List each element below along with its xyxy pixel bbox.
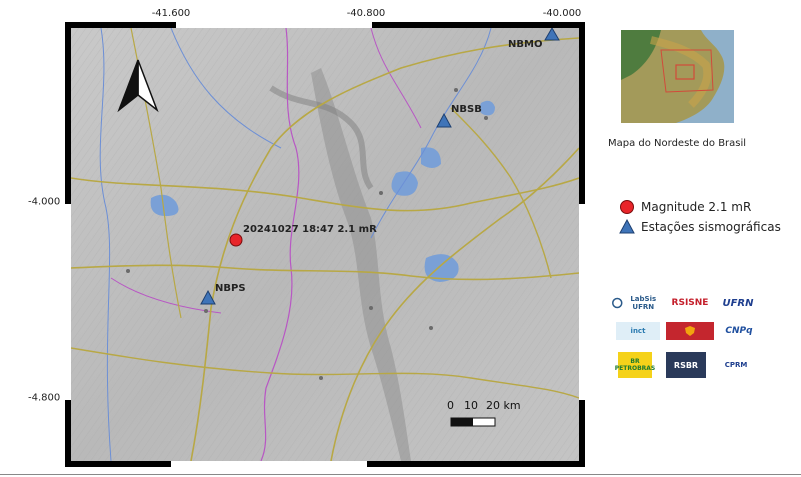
legend-label-event: Magnitude 2.1 mR: [641, 200, 752, 214]
town-marker: [369, 306, 373, 310]
logo-ufrn: UFRN: [722, 297, 754, 309]
relief-map[interactable]: NBMO NBSB NBPS 20241027 18:47 2.1 mR 0 1…: [71, 28, 579, 461]
town-marker: [204, 309, 208, 313]
station-label-nbmo: NBMO: [508, 39, 542, 50]
logo-rsisne: RSISNE: [671, 298, 709, 308]
red-circle-icon: [620, 200, 634, 214]
latitude-tick-1: -4.000: [28, 196, 61, 208]
station-label-nbps: NBPS: [215, 283, 246, 294]
town-marker: [319, 376, 323, 380]
scale-label-10: 10: [464, 399, 478, 412]
longitude-tick-2: -40.800: [346, 8, 386, 19]
town-marker: [379, 191, 383, 195]
longitude-tick-1: -41.600: [151, 8, 191, 19]
bottom-divider: [0, 474, 801, 475]
labsis-icon: [612, 297, 623, 309]
longitude-tick-3: -40.000: [542, 8, 582, 19]
inset-svg: [621, 30, 734, 123]
logo-defesa-civil: [666, 322, 714, 340]
scale-label-0: 0: [447, 399, 454, 412]
map-svg: NBMO NBSB NBPS 20241027 18:47 2.1 mR 0 1…: [71, 28, 579, 461]
logo-cnpq: CNPq: [725, 326, 753, 336]
reservoir: [391, 171, 418, 196]
scale-bar: [450, 417, 496, 427]
event-label: 20241027 18:47 2.1 mR: [243, 224, 377, 235]
logo-petrobras: BR PETROBRAS: [615, 352, 655, 378]
blue-triangle-icon: [619, 219, 635, 234]
town-marker: [126, 269, 130, 273]
shield-icon: [685, 326, 695, 336]
inset-caption: Mapa do Nordeste do Brasil: [608, 138, 747, 149]
town-marker: [454, 88, 458, 92]
town-marker: [484, 116, 488, 120]
town-marker: [429, 326, 433, 330]
station-label-nbsb: NBSB: [451, 104, 482, 115]
logo-cprm: CPRM: [724, 361, 748, 369]
logo-inct: inct: [616, 322, 660, 340]
legend-label-stations: Estações sismográficas: [641, 220, 781, 234]
scale-label-20: 20 km: [486, 399, 521, 412]
event-circle-icon: [229, 233, 243, 247]
logo-labsis: LabSis UFRN: [612, 294, 662, 312]
institution-logos: LabSis UFRN RSISNE UFRN inct CNPq BR PET…: [612, 292, 762, 382]
legend-item-stations: Estações sismográficas: [619, 217, 781, 237]
legend-item-event: Magnitude 2.1 mR: [619, 197, 781, 217]
map-legend: Magnitude 2.1 mR Estações sismográficas: [619, 197, 781, 237]
latitude-tick-2: -4.800: [28, 392, 61, 404]
event-epicenter[interactable]: [229, 233, 243, 247]
inset-map: [621, 30, 734, 123]
logo-rsbr: RSBR: [666, 352, 706, 378]
